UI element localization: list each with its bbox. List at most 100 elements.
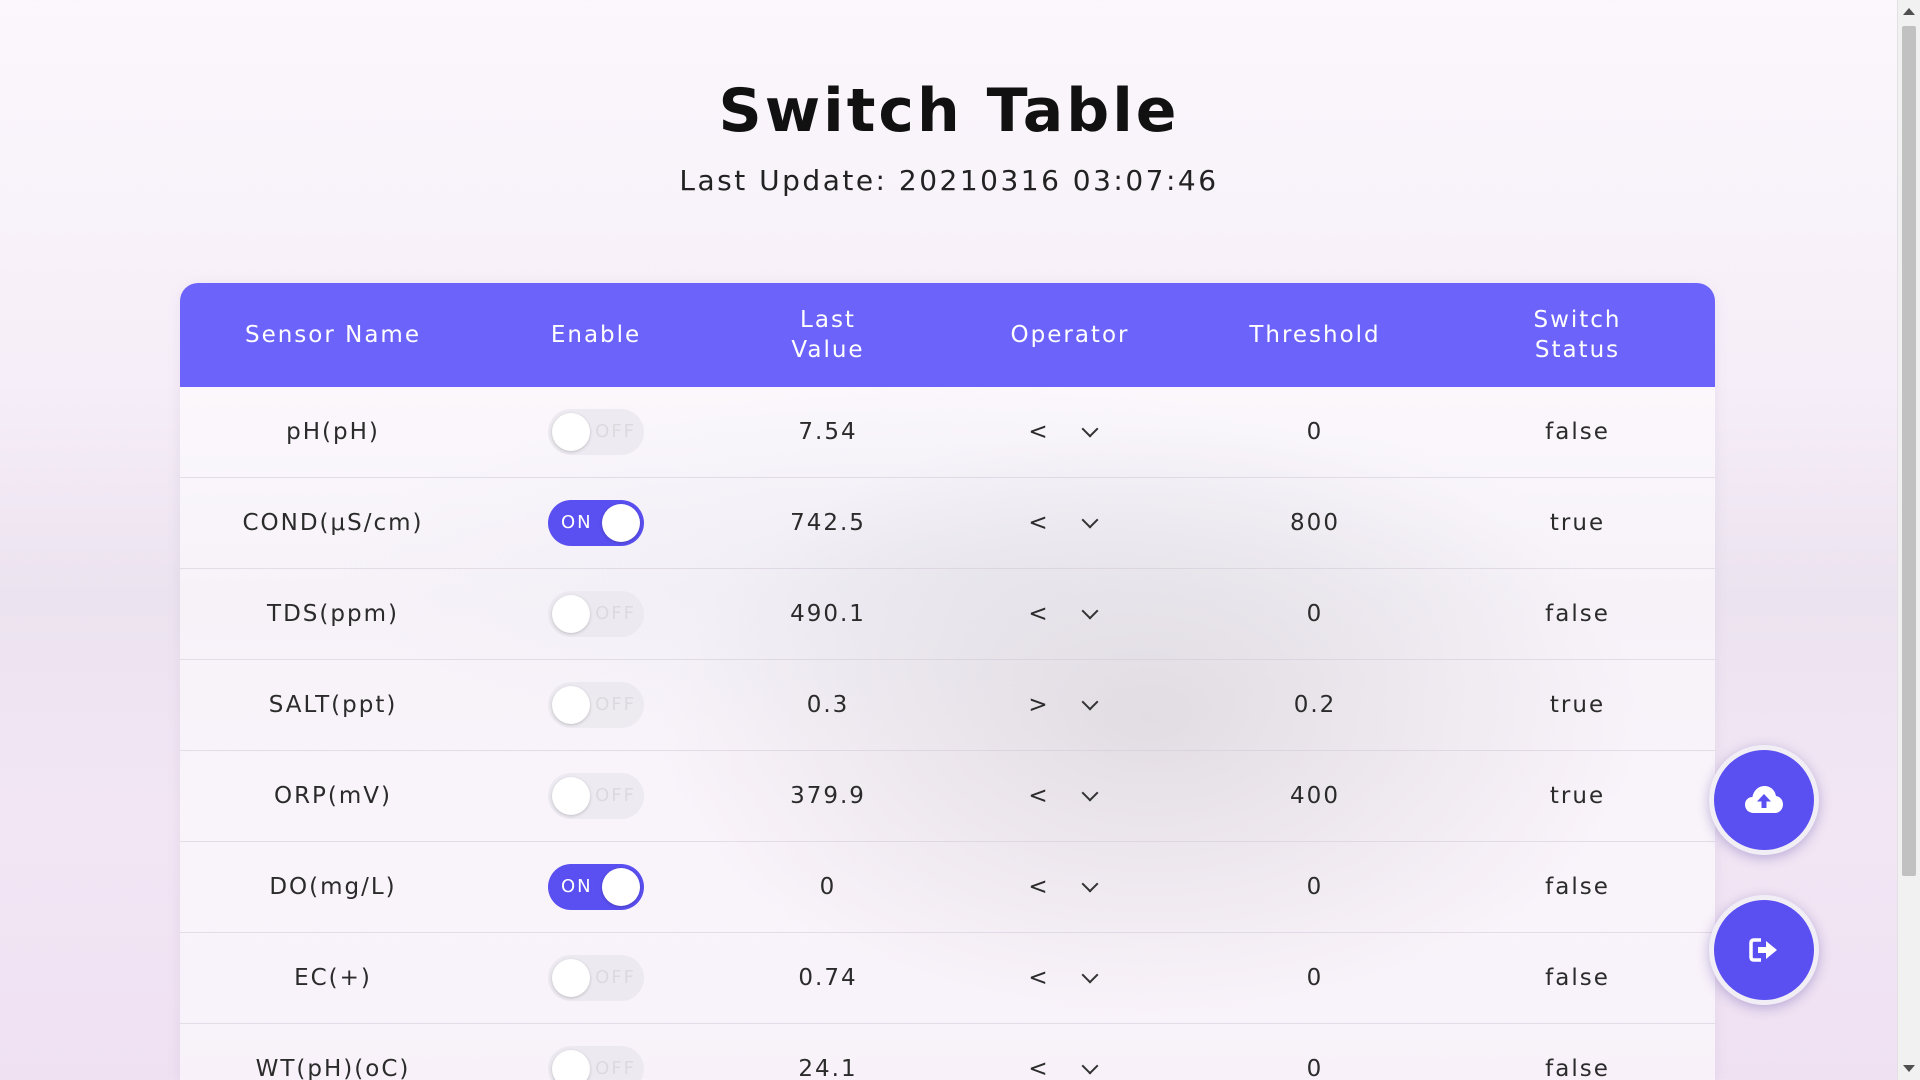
scroll-up-icon[interactable] (1903, 8, 1915, 15)
switch-status: false (1545, 419, 1610, 445)
enable-toggle[interactable]: ON (548, 864, 644, 910)
chevron-down-icon (1081, 420, 1099, 438)
chevron-down-icon (1081, 784, 1099, 802)
sensor-name: TDS(ppm) (267, 601, 399, 627)
threshold-value[interactable]: 800 (1190, 510, 1440, 536)
operator-select[interactable]: < (1028, 419, 1099, 445)
enable-cell: OFF (486, 1046, 706, 1080)
operator-cell: < (950, 874, 1190, 900)
last-value: 7.54 (798, 419, 858, 445)
switch-status: true (1549, 783, 1606, 809)
threshold-value[interactable]: 0 (1190, 965, 1440, 991)
enable-toggle[interactable]: OFF (548, 409, 644, 455)
table-row: DO(mg/L) ON 0 <0 false (180, 842, 1715, 933)
header-last-value: Last Value (706, 305, 950, 365)
threshold-value[interactable]: 400 (1190, 783, 1440, 809)
enable-cell: OFF (486, 591, 706, 637)
sensor-name: DO(mg/L) (269, 874, 397, 900)
last-value: 0 (819, 874, 837, 900)
switch-status: false (1545, 874, 1610, 900)
header-switch-status: Switch Status (1440, 305, 1715, 365)
toggle-knob (552, 959, 590, 997)
operator-cell: < (950, 601, 1190, 627)
enable-toggle[interactable]: OFF (548, 773, 644, 819)
operator-value: < (1028, 874, 1050, 900)
toggle-knob (552, 777, 590, 815)
enable-toggle[interactable]: ON (548, 500, 644, 546)
switch-status: false (1545, 1056, 1610, 1080)
sensor-name: COND(μS/cm) (242, 510, 424, 536)
toggle-label: ON (561, 876, 593, 897)
last-value: 24.1 (798, 1056, 858, 1080)
header-switch-status-line1: Switch (1533, 307, 1622, 333)
operator-cell: < (950, 783, 1190, 809)
table-row: WT(pH)(oC) OFF 24.1 <0 false (180, 1024, 1715, 1080)
last-update-text: Last Update: 20210316 03:07:46 (679, 164, 1219, 197)
chevron-down-icon (1081, 511, 1099, 529)
last-value: 0.3 (806, 692, 850, 718)
enable-cell: OFF (486, 682, 706, 728)
table-body: pH(pH) OFF 7.54 <0 false COND(μS/cm) ON 742.5 <8… (180, 387, 1715, 1080)
toggle-label: OFF (595, 1058, 636, 1079)
operator-select[interactable]: < (1028, 1056, 1099, 1080)
threshold-value[interactable]: 0 (1190, 601, 1440, 627)
chevron-down-icon (1081, 966, 1099, 984)
operator-select[interactable]: < (1028, 965, 1099, 991)
header-sensor-name: Sensor Name (244, 322, 421, 348)
sensor-name: EC(+) (294, 965, 372, 991)
toggle-label: OFF (595, 603, 636, 624)
upload-button[interactable] (1709, 745, 1819, 855)
sensor-name: ORP(mV) (273, 783, 393, 809)
toggle-knob (602, 868, 640, 906)
operator-select[interactable]: < (1028, 783, 1099, 809)
sensor-name: pH(pH) (286, 419, 380, 445)
enable-toggle[interactable]: OFF (548, 591, 644, 637)
chevron-down-icon (1081, 602, 1099, 620)
switch-status: true (1549, 692, 1606, 718)
table-row: COND(μS/cm) ON 742.5 <800 true (180, 478, 1715, 569)
operator-value: < (1028, 1056, 1050, 1080)
enable-toggle[interactable]: OFF (548, 682, 644, 728)
scrollbar-thumb[interactable] (1902, 26, 1916, 876)
page-title: Switch Table (718, 76, 1180, 146)
operator-select[interactable]: < (1028, 510, 1099, 536)
threshold-value[interactable]: 0 (1190, 419, 1440, 445)
enable-cell: ON (486, 500, 706, 546)
sign-out-icon (1749, 938, 1777, 962)
enable-cell: OFF (486, 409, 706, 455)
enable-toggle[interactable]: OFF (548, 955, 644, 1001)
switch-status: false (1545, 601, 1610, 627)
header-threshold: Threshold (1249, 322, 1381, 348)
operator-select[interactable]: > (1028, 692, 1099, 718)
scroll-down-icon[interactable] (1903, 1065, 1915, 1072)
enable-cell: OFF (486, 955, 706, 1001)
cloud-upload-icon (1745, 786, 1783, 813)
threshold-value[interactable]: 0 (1190, 874, 1440, 900)
enable-toggle[interactable]: OFF (548, 1046, 644, 1080)
operator-cell: < (950, 965, 1190, 991)
sensor-name: WT(pH)(oC) (255, 1056, 411, 1080)
operator-value: > (1028, 692, 1050, 718)
vertical-scrollbar[interactable] (1897, 0, 1920, 1080)
page: Switch Table Last Update: 20210316 03:07… (0, 0, 1898, 1080)
table-row: SALT(ppt) OFF 0.3 >0.2 true (180, 660, 1715, 751)
operator-select[interactable]: < (1028, 601, 1099, 627)
toggle-label: OFF (595, 694, 636, 715)
last-value: 490.1 (790, 601, 866, 627)
threshold-value[interactable]: 0.2 (1190, 692, 1440, 718)
toggle-knob (552, 1050, 590, 1080)
logout-button[interactable] (1709, 895, 1819, 1005)
chevron-down-icon (1081, 1057, 1099, 1075)
header-enable: Enable (550, 322, 642, 348)
operator-cell: > (950, 692, 1190, 718)
operator-select[interactable]: < (1028, 874, 1099, 900)
header-switch-status-line2: Status (1534, 337, 1621, 363)
operator-value: < (1028, 965, 1050, 991)
toggle-label: OFF (595, 785, 636, 806)
threshold-value[interactable]: 0 (1190, 1056, 1440, 1080)
header-last-value-line2: Value (791, 337, 865, 363)
operator-value: < (1028, 510, 1050, 536)
toggle-knob (552, 686, 590, 724)
operator-cell: < (950, 419, 1190, 445)
switch-status: true (1549, 510, 1606, 536)
